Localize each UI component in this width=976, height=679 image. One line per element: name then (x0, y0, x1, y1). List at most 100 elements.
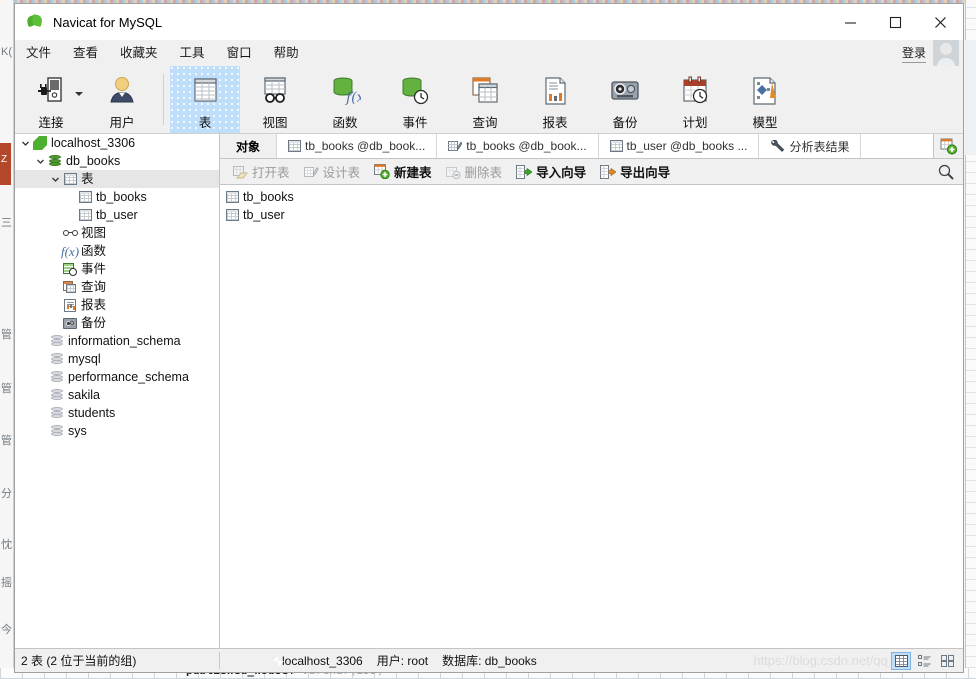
export-wizard-button[interactable]: 导出向导 (593, 159, 677, 185)
login-link[interactable]: 登录 (902, 44, 926, 63)
tab-tb-books-data[interactable]: tb_books @db_book... (276, 134, 436, 158)
toolbar-button-table[interactable]: 表 (170, 66, 240, 133)
tab-label: 对象 (236, 138, 260, 155)
detail-view-button[interactable] (891, 652, 911, 670)
background-right-top (965, 40, 976, 155)
design-table-button[interactable]: 设计表 (297, 159, 368, 185)
tree-node-information-schema[interactable]: information_schema (15, 332, 219, 350)
avatar[interactable] (933, 40, 959, 66)
watermark-text: https://blog.csdn.net/qq_ (753, 653, 895, 668)
toolbar-button-query[interactable]: 查询 (450, 66, 520, 133)
toolbar-label-report: 报表 (542, 112, 567, 131)
icon-view-button[interactable] (937, 652, 957, 670)
open-table-button[interactable]: 打开表 (226, 159, 297, 185)
chevron-down-icon[interactable] (75, 92, 83, 96)
tree-label: information_schema (68, 335, 181, 348)
query-icon (469, 72, 501, 110)
toolbar-button-schedule[interactable]: 计划 (660, 66, 730, 133)
tree-node-sys[interactable]: sys (15, 422, 219, 440)
minimize-button[interactable] (828, 4, 873, 40)
backup-icon (609, 72, 641, 110)
action-label: 新建表 (394, 162, 432, 181)
object-tree-sidebar[interactable]: localhost_3306 db_books 表 tb_books (15, 134, 220, 648)
new-table-tab-button[interactable] (933, 134, 963, 158)
tree-node-queries[interactable]: 查询 (15, 278, 219, 296)
status-database: 数据库: db_books (442, 652, 537, 669)
search-button[interactable] (929, 164, 963, 180)
chevron-down-icon[interactable] (49, 175, 62, 184)
navicat-main-window: Navicat for MySQL 文件 查看 收藏夹 工具 窗口 帮助 登录 (14, 3, 964, 673)
tree-node-functions[interactable]: f(x) 函数 (15, 242, 219, 260)
user-icon (106, 72, 138, 110)
svg-text:f(x): f(x) (345, 90, 361, 106)
toolbar-label-table: 表 (199, 112, 212, 131)
tree-node-reports[interactable]: 报表 (15, 296, 219, 314)
toolbar-button-model[interactable]: 模型 (730, 66, 800, 133)
design-table-icon (304, 165, 319, 179)
tree-node-students[interactable]: students (15, 404, 219, 422)
tree-label: tb_books (96, 191, 147, 204)
status-view-buttons (891, 652, 963, 670)
table-grid-icon (62, 173, 78, 185)
tree-node-backups[interactable]: 备份 (15, 314, 219, 332)
toolbar-button-event[interactable]: 事件 (380, 66, 450, 133)
new-table-button[interactable]: 新建表 (367, 159, 439, 185)
action-label: 导入向导 (536, 162, 586, 181)
tab-tb-user-data[interactable]: tb_user @db_books ... (598, 134, 759, 158)
delete-table-button[interactable]: 删除表 (439, 159, 510, 185)
view-icon (259, 72, 291, 110)
chevron-down-icon[interactable] (34, 157, 47, 166)
list-item[interactable]: tb_user (220, 206, 963, 224)
maximize-button[interactable] (873, 4, 918, 40)
tree-node-tb-user[interactable]: tb_user (15, 206, 219, 224)
tree-node-performance-schema[interactable]: performance_schema (15, 368, 219, 386)
database-gray-icon (49, 371, 65, 383)
table-grid-icon (610, 140, 623, 152)
action-label: 删除表 (465, 162, 503, 181)
bg-glyph: 三 (1, 218, 12, 229)
menu-favorites[interactable]: 收藏夹 (109, 43, 169, 64)
import-wizard-button[interactable]: 导入向导 (509, 159, 593, 185)
menu-view[interactable]: 查看 (62, 43, 109, 64)
tab-analyze-result[interactable]: 分析表结果 (758, 134, 860, 158)
toolbar-button-report[interactable]: 报表 (520, 66, 590, 133)
tab-tb-books-design[interactable]: tb_books @db_book... (436, 134, 597, 158)
menu-window[interactable]: 窗口 (216, 43, 263, 64)
toolbar-button-user[interactable]: 用户 (87, 66, 157, 133)
tree-node-tb-books[interactable]: tb_books (15, 188, 219, 206)
toolbar-button-connection[interactable]: 连接 (15, 66, 87, 133)
tree-node-localhost[interactable]: localhost_3306 (15, 134, 219, 152)
delete-table-icon (446, 165, 461, 179)
glasses-icon (62, 229, 78, 238)
status-user: 用户: root (377, 652, 428, 669)
tree-node-tables[interactable]: 表 (15, 170, 219, 188)
tree-node-events[interactable]: 事件 (15, 260, 219, 278)
tree-node-mysql[interactable]: mysql (15, 350, 219, 368)
object-list[interactable]: tb_books tb_user (220, 185, 963, 648)
design-table-icon (448, 140, 462, 153)
tree-node-views[interactable]: 视图 (15, 224, 219, 242)
close-button[interactable] (918, 4, 963, 40)
table-grid-icon (226, 209, 239, 221)
menu-file[interactable]: 文件 (15, 43, 62, 64)
tree-label: 视图 (81, 227, 106, 240)
tab-objects[interactable]: 对象 (220, 134, 276, 158)
toolbar-button-view[interactable]: 视图 (240, 66, 310, 133)
bg-glyph: 管 (1, 384, 12, 395)
tree-label: 事件 (81, 263, 106, 276)
toolbar-button-function[interactable]: f(x) 函数 (310, 66, 380, 133)
status-object-count: 2 表 (2 位于当前的组) (15, 652, 220, 669)
tree-label: 报表 (81, 299, 106, 312)
list-item[interactable]: tb_books (220, 188, 963, 206)
background-left-strip: K( 三 管 管 管 分 忱 摇 今 (0, 0, 14, 679)
menu-tools[interactable]: 工具 (169, 43, 216, 64)
menu-help[interactable]: 帮助 (263, 43, 310, 64)
chevron-down-icon[interactable] (19, 139, 32, 148)
toolbar-button-backup[interactable]: 备份 (590, 66, 660, 133)
bg-glyph: 忱 (1, 540, 12, 551)
tree-node-db-books[interactable]: db_books (15, 152, 219, 170)
model-icon (749, 72, 781, 110)
action-label: 打开表 (252, 162, 290, 181)
list-view-button[interactable] (914, 652, 934, 670)
tree-node-sakila[interactable]: sakila (15, 386, 219, 404)
